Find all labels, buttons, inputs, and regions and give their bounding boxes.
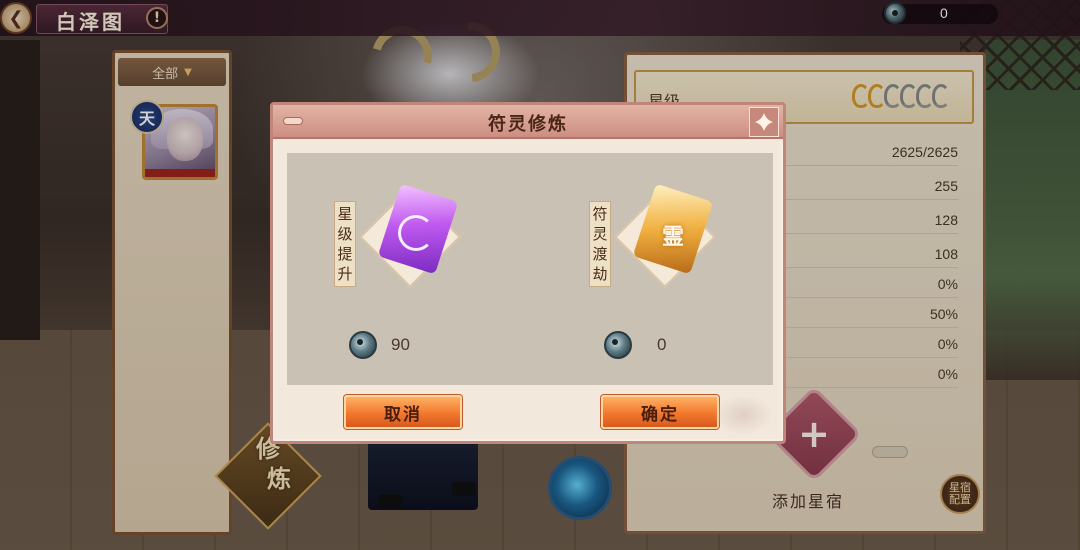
coin-icon [604,331,632,359]
coin-icon [349,331,377,359]
modal-header: 符灵修炼 [273,105,783,139]
confirm-button[interactable]: 确定 [601,395,719,429]
tribulation-cost: 0 [657,335,667,354]
close-button[interactable] [749,107,779,137]
modal-title: 符灵修炼 [488,114,568,135]
close-icon [755,113,773,131]
tribulation-label: 符灵渡劫 [589,201,611,287]
cultivation-modal: 符灵修炼 星级提升 90 符灵渡劫 霊 0 取消 确定 [270,102,786,444]
star-upgrade-option[interactable] [359,183,461,288]
star-upgrade-label: 星级提升 [334,201,356,287]
cancel-button[interactable]: 取消 [344,395,462,429]
rune-glyph: 霊 [661,224,684,250]
swirl-icon [398,215,434,251]
decorative-cloud [713,395,773,435]
star-upgrade-cost: 90 [391,335,410,354]
tribulation-option[interactable]: 霊 [614,183,716,288]
